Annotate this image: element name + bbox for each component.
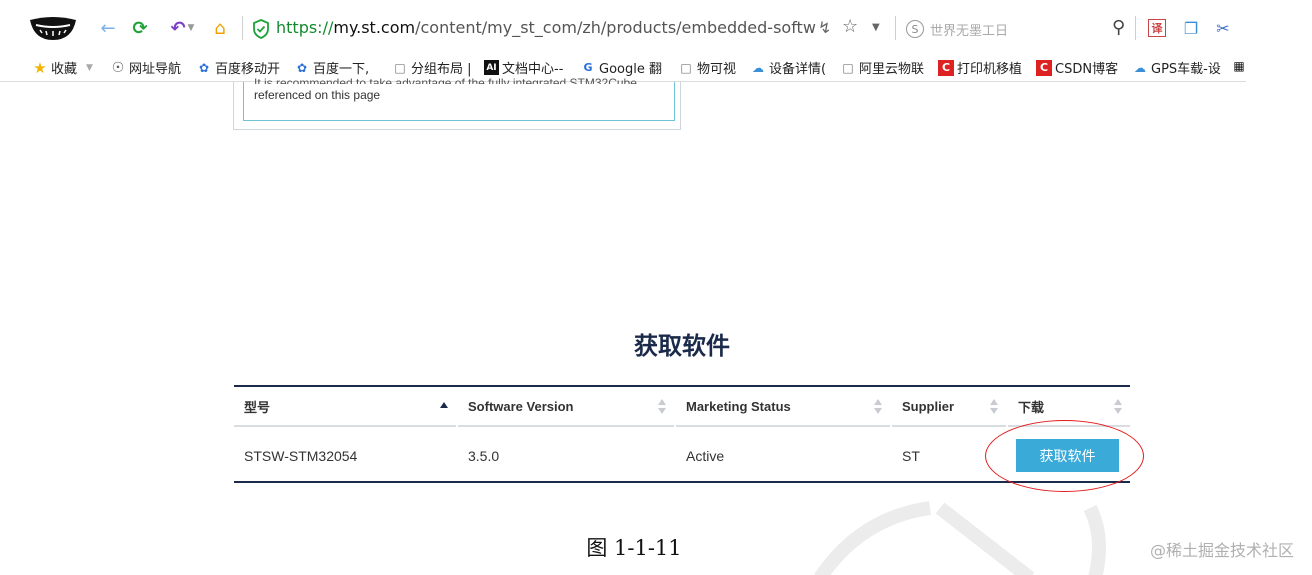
bookmark-item[interactable]: ☁ GPS车载-设 (1132, 58, 1221, 78)
bookmark-item[interactable]: ☁ 设备详情( (750, 58, 827, 78)
logo-icon[interactable] (28, 16, 78, 42)
address-bar[interactable]: https://my.st.com/content/my_st_com/zh/p… (276, 18, 816, 37)
header-label: 型号 (244, 399, 271, 415)
url-protocol: https:// (276, 18, 334, 37)
bookmark-item[interactable]: □ 阿里云物联 (840, 58, 925, 78)
cloud-icon: ☁ (752, 60, 764, 75)
bookmark-favorites[interactable]: ★ 收藏 ▼ (32, 58, 93, 78)
search-engine-icon: S (906, 20, 924, 38)
star-icon: ★ (33, 58, 47, 77)
bookmark-label: 文档中心-- (502, 62, 564, 77)
column-header-status[interactable]: Marketing Status (676, 387, 890, 427)
header-label: Marketing Status (686, 398, 791, 414)
ai-icon: AI (484, 60, 499, 75)
search-icon[interactable]: ⚲ (1112, 17, 1125, 38)
window-icon[interactable]: ❐ (1180, 17, 1202, 39)
url-host: my.st.com (333, 18, 416, 37)
header-label: 下载 (1018, 399, 1045, 415)
cloud-icon: ☁ (1134, 60, 1146, 75)
sort-asc-icon (440, 399, 448, 415)
csdn-icon: C (1036, 59, 1052, 76)
recommendation-note: It is recommended to take advantage of t… (243, 76, 675, 121)
section-title: 获取软件 (634, 332, 730, 360)
toolbar-divider (1135, 16, 1136, 40)
note-line: referenced on this page (254, 88, 381, 102)
bookmark-item[interactable]: □ 分组布局 | (392, 58, 472, 78)
url-path: /content/my_st_com/zh/products/embedded-… (415, 18, 816, 37)
bookmark-label: 百度移动开 (215, 62, 281, 77)
cell-status: Active (686, 448, 725, 464)
printer-icon: ▦ (1233, 59, 1245, 73)
bookmark-overflow-icon[interactable]: ▦ (1233, 58, 1245, 74)
bookmark-label: 百度一下, (313, 62, 370, 77)
bookmark-item[interactable]: ✿ 百度移动开 (196, 58, 281, 78)
translate-icon[interactable]: 译 (1148, 19, 1166, 37)
bookmark-item[interactable]: □ 物可视 (678, 58, 737, 78)
dropdown-icon[interactable]: ▼ (872, 22, 880, 33)
baidu-icon: ✿ (198, 60, 210, 75)
csdn-icon: C (938, 59, 954, 76)
bookmark-label: 打印机移植 (957, 62, 1023, 77)
baidu-icon: ✿ (296, 60, 308, 75)
sort-icon (1114, 399, 1122, 415)
bookmark-label: 阿里云物联 (859, 62, 925, 77)
bookmark-label: CSDN博客 (1055, 62, 1119, 77)
toolbar-divider (895, 16, 896, 40)
scissors-icon[interactable]: ✂ (1212, 17, 1234, 39)
back-icon[interactable]: ← (96, 16, 120, 40)
bookmark-label: 物可视 (697, 62, 737, 77)
translate-icon: G (583, 61, 593, 74)
column-header-part[interactable]: 型号 (234, 387, 456, 427)
dropdown-icon: ▼ (86, 62, 93, 73)
watermark-text: @稀土掘金技术社区 (1149, 541, 1294, 560)
bookmark-label: Google 翻 (599, 62, 662, 77)
sort-icon (874, 399, 882, 415)
cell-supplier: ST (902, 448, 920, 464)
shield-icon (253, 19, 269, 39)
bookmark-label: 设备详情( (769, 62, 827, 77)
browser-toolbar: ← ⟳ ↶ ▼ ⌂ https://my.st.com/content/my_s… (0, 0, 1246, 52)
bookmark-item[interactable]: C CSDN博客 (1036, 58, 1118, 77)
toolbar-divider (242, 16, 243, 40)
bookmark-item[interactable]: G Google 翻 (580, 58, 662, 77)
column-header-version[interactable]: Software Version (458, 387, 674, 427)
page-icon: □ (842, 60, 854, 75)
sort-icon (990, 399, 998, 415)
undo-dropdown-icon[interactable]: ▼ (186, 16, 196, 40)
page-icon: □ (680, 60, 692, 75)
star-icon[interactable]: ☆ (842, 16, 858, 37)
search-placeholder: 世界无墨工日 (930, 23, 1009, 39)
bookmark-label: 收藏 (51, 62, 78, 77)
table-header: 型号 Software Version Marketing Status Sup… (234, 387, 1130, 427)
sort-icon (658, 399, 666, 415)
bookmark-item[interactable]: C 打印机移植 (938, 58, 1022, 77)
bookmark-item[interactable]: ✿ 百度一下, (294, 58, 370, 78)
reload-icon[interactable]: ⟳ (128, 16, 152, 40)
header-label: Supplier (902, 398, 955, 414)
bookmark-item[interactable]: AI 文档中心-- (484, 58, 563, 77)
bookmark-item[interactable]: ☉ 网址导航 (110, 58, 182, 78)
watermark-shape (814, 501, 1106, 575)
column-header-supplier[interactable]: Supplier (892, 387, 1006, 427)
search-input[interactable]: S 世界无墨工日 (906, 17, 1136, 41)
bookmark-label: 分组布局 | (411, 62, 472, 77)
bookmark-label: GPS车载-设 (1151, 62, 1221, 77)
globe-icon: ☉ (111, 59, 125, 76)
highlight-circle (985, 420, 1144, 492)
cell-version: 3.5.0 (468, 448, 500, 464)
home-icon[interactable]: ⌂ (208, 16, 232, 40)
page-icon: □ (394, 60, 406, 75)
header-label: Software Version (468, 398, 574, 414)
lightning-icon[interactable]: ↯ (818, 18, 831, 37)
note-line-cut: It is recommended to take advantage of t… (254, 76, 641, 84)
bookmark-label: 网址导航 (129, 62, 182, 77)
cell-part: STSW-STM32054 (244, 448, 358, 464)
